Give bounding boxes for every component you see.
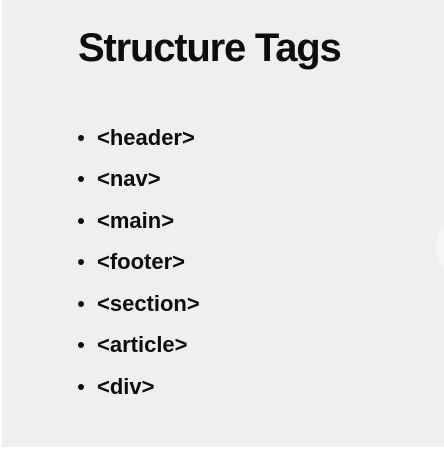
list-item-label: <div>: [97, 373, 155, 399]
bullet-list: <header> <nav> <main> <footer> <section>…: [78, 117, 200, 408]
bullet-dot-icon: [78, 176, 84, 183]
list-item-main: <main>: [78, 200, 200, 242]
decorative-edge-shape: [436, 224, 444, 270]
list-item-label: <header>: [97, 124, 195, 150]
list-item-footer: <footer>: [78, 242, 200, 284]
bullet-dot-icon: [78, 342, 84, 349]
list-item-header: <header>: [78, 117, 200, 159]
list-item-label: <article>: [97, 332, 188, 358]
bullet-dot-icon: [78, 217, 84, 224]
list-item-section: <section>: [78, 283, 200, 325]
list-item-div: <div>: [78, 366, 200, 408]
list-item-nav: <nav>: [78, 159, 200, 201]
bullet-dot-icon: [78, 383, 84, 390]
bullet-dot-icon: [78, 259, 84, 266]
list-item-label: <section>: [97, 290, 200, 316]
bullet-dot-icon: [78, 134, 84, 141]
list-item-label: <nav>: [97, 166, 161, 192]
list-item-article: <article>: [78, 325, 200, 367]
bullet-dot-icon: [78, 300, 84, 307]
slide-title: Structure Tags: [78, 26, 342, 70]
list-item-label: <footer>: [97, 249, 186, 275]
slide: Structure Tags <header> <nav> <main> <fo…: [2, 0, 444, 447]
list-item-label: <main>: [97, 207, 175, 233]
